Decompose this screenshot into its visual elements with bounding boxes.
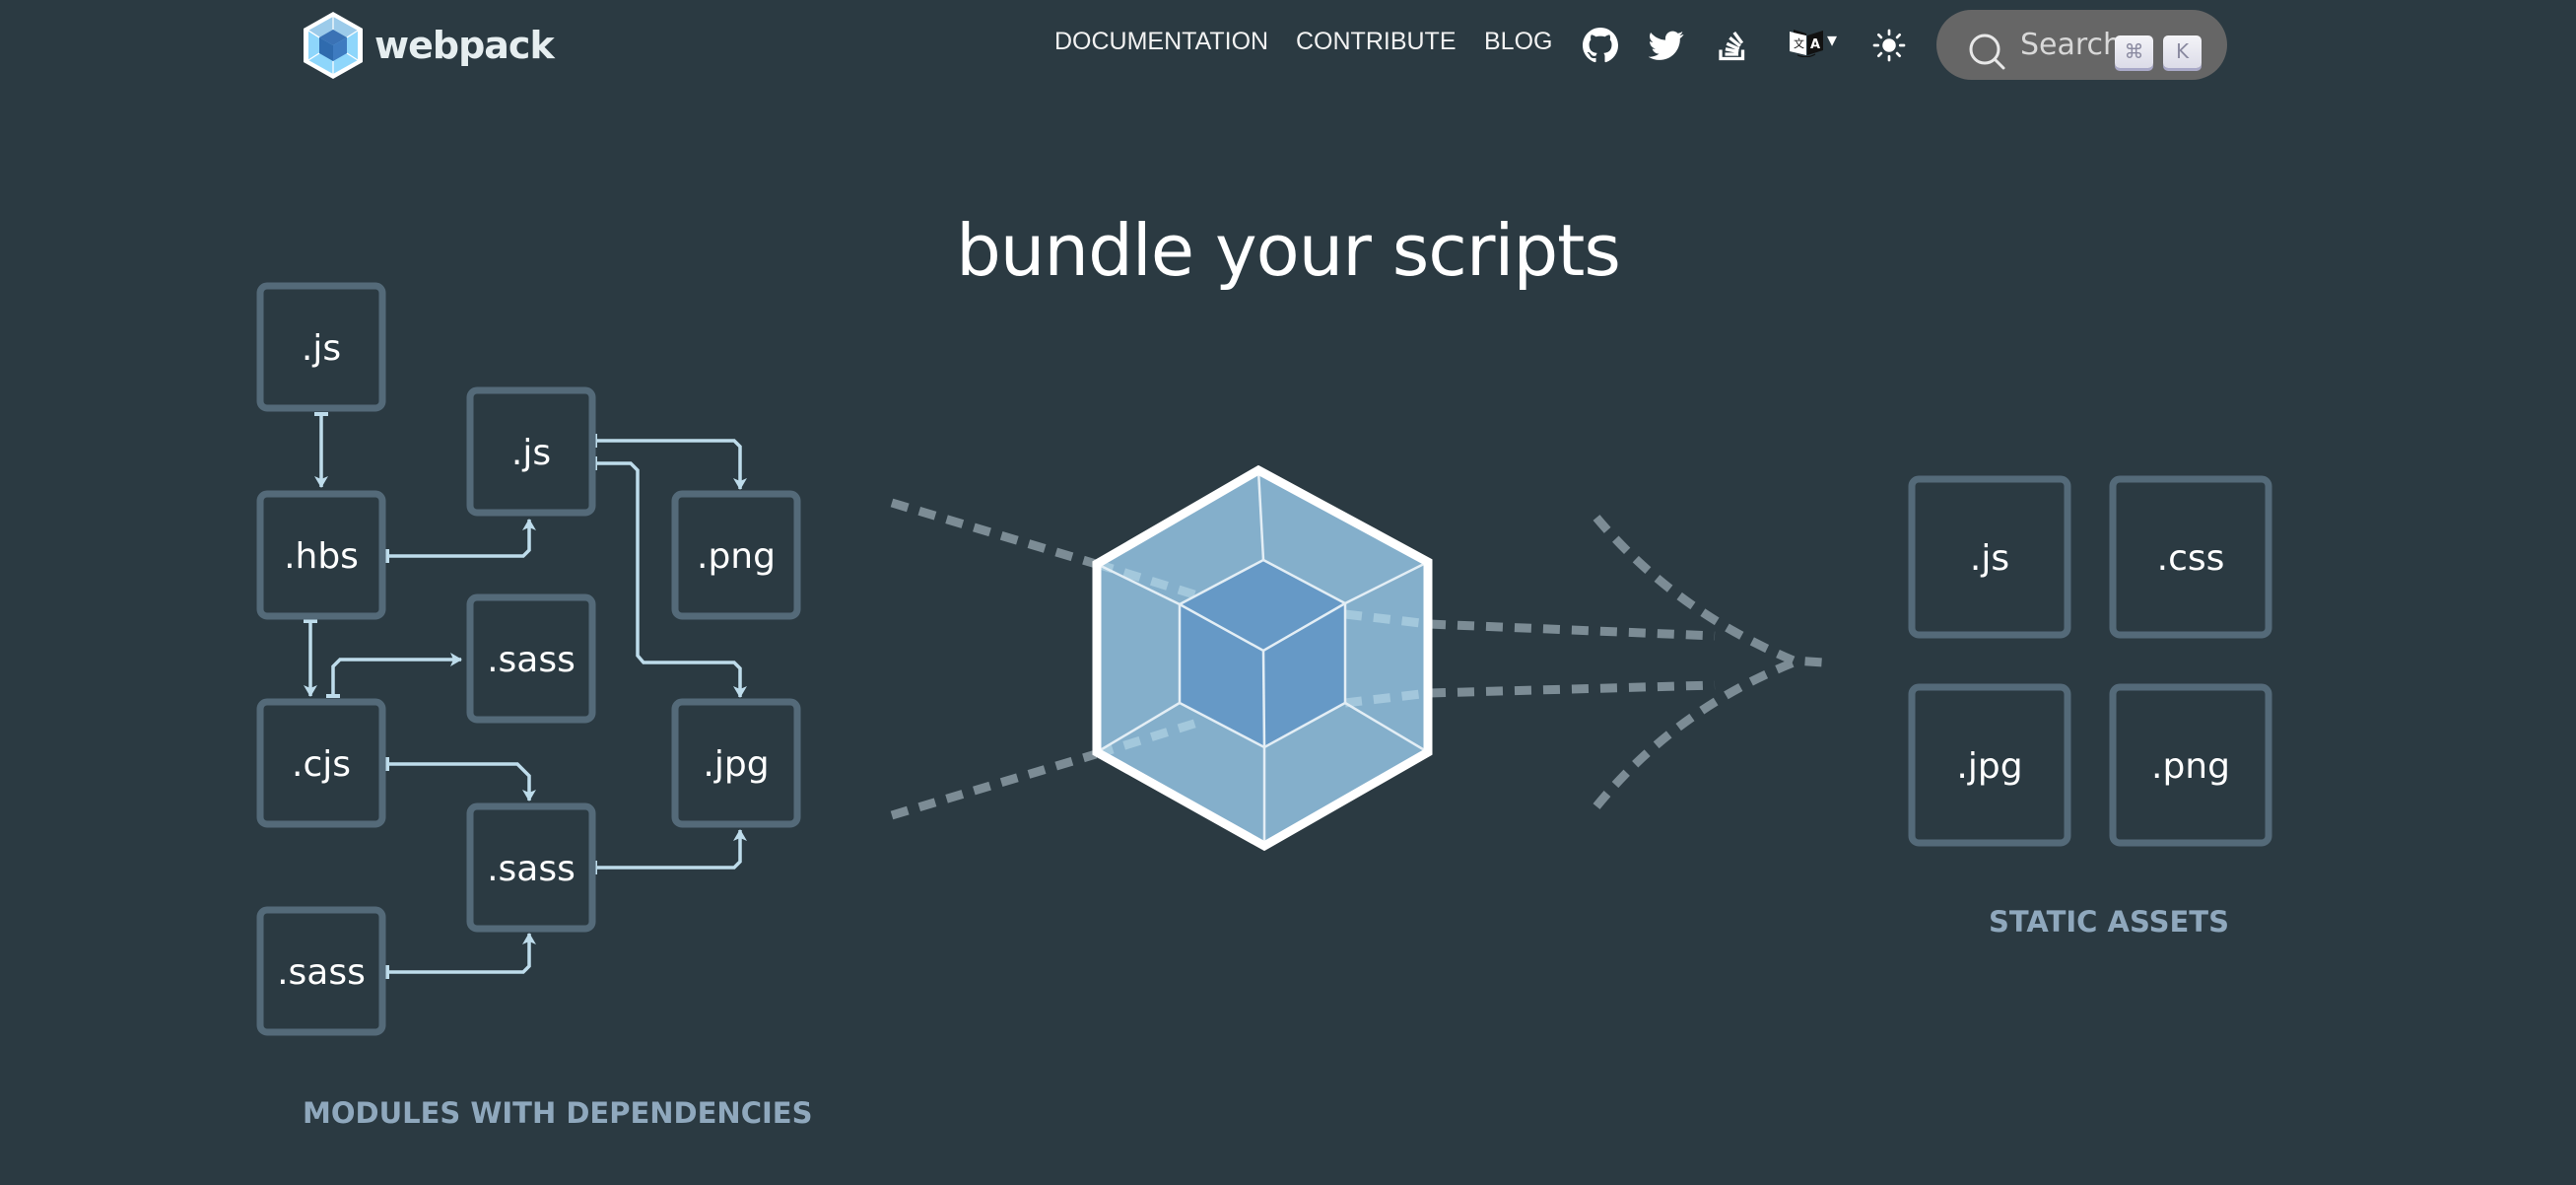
webpack-cube-icon bbox=[1092, 464, 1433, 852]
asset-box-label: .js bbox=[1970, 538, 2009, 579]
module-box: .png bbox=[671, 490, 801, 620]
connector-cjs-to-sass bbox=[326, 653, 462, 698]
module-box-label: .hbs bbox=[284, 536, 359, 577]
module-box-label: .sass bbox=[487, 640, 576, 680]
modules-caption: MODULES WITH DEPENDENCIES bbox=[303, 1096, 813, 1130]
module-box-label: .jpg bbox=[703, 744, 769, 785]
dash-in-top bbox=[890, 498, 1098, 569]
asset-box: .jpg bbox=[1908, 683, 2071, 847]
connector-sass-to-sass bbox=[385, 933, 536, 979]
connector-hbs-to-js bbox=[385, 519, 536, 563]
connector-js-to-jpg bbox=[593, 456, 747, 698]
dash-out-bottom bbox=[1428, 680, 1716, 698]
connector-cjs-to-sass-2 bbox=[385, 757, 536, 802]
module-box-label: .sass bbox=[277, 952, 366, 993]
module-box: .hbs bbox=[256, 490, 386, 620]
module-box: .cjs bbox=[256, 698, 386, 828]
dash-fan-top bbox=[1593, 515, 1824, 667]
asset-box: .png bbox=[2109, 683, 2272, 847]
module-box-label: .sass bbox=[487, 849, 576, 889]
dash-in-bottom bbox=[890, 749, 1098, 820]
module-box: .sass bbox=[466, 802, 596, 933]
connector-sass-to-jpg bbox=[593, 829, 747, 874]
asset-box-label: .css bbox=[2157, 538, 2225, 579]
module-box: .sass bbox=[256, 906, 386, 1036]
module-box-label: .cjs bbox=[292, 744, 351, 785]
bundle-diagram: .js .hbs .cjs .sass .js .sass .sass .png .jpg .j… bbox=[256, 282, 2272, 1036]
module-box: .js bbox=[466, 386, 596, 517]
asset-box: .css bbox=[2109, 475, 2272, 639]
asset-box: .js bbox=[1908, 475, 2071, 639]
assets-caption: STATIC ASSETS bbox=[1989, 905, 2229, 939]
module-box: .sass bbox=[466, 593, 596, 724]
asset-box-label: .jpg bbox=[1956, 746, 2022, 787]
module-box: .js bbox=[256, 282, 386, 412]
module-box-label: .js bbox=[511, 433, 551, 473]
module-box-label: .js bbox=[302, 328, 341, 369]
asset-box-label: .png bbox=[2151, 746, 2230, 787]
module-box: .jpg bbox=[671, 698, 801, 828]
module-box-label: .png bbox=[697, 536, 776, 577]
dash-out-top bbox=[1428, 619, 1716, 641]
